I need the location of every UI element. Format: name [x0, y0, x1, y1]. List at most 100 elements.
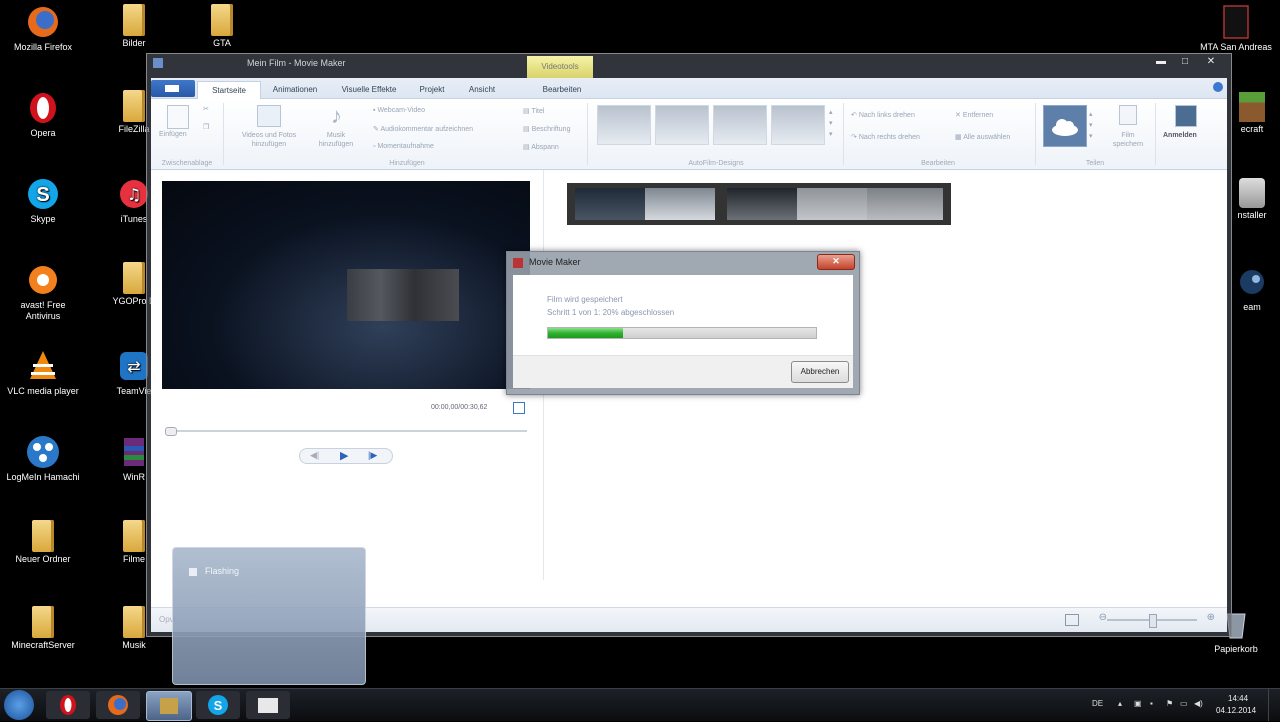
- folder-icon: [32, 606, 54, 638]
- gallery-scroll-icon[interactable]: ▴ ▾ ▾: [829, 107, 833, 140]
- language-indicator[interactable]: DE: [1092, 699, 1103, 708]
- taskbar-explorer[interactable]: [246, 691, 290, 719]
- desktop-icon-opera[interactable]: Opera: [3, 90, 83, 139]
- save-movie-icon: [1119, 105, 1137, 125]
- monitor-tray-icon[interactable]: ▭: [1180, 699, 1190, 709]
- taskbar-movie-maker[interactable]: [146, 691, 192, 721]
- previous-frame-button[interactable]: ◀|: [310, 450, 319, 461]
- dialog-status-line: Film wird gespeichert: [547, 295, 623, 304]
- taskbar-opera[interactable]: [46, 691, 90, 719]
- ribbon-separator: [587, 103, 588, 165]
- seek-handle[interactable]: [165, 427, 177, 436]
- minimize-button[interactable]: ▬: [1149, 54, 1173, 70]
- seek-bar[interactable]: [165, 427, 527, 436]
- svg-text:S: S: [36, 184, 49, 206]
- cancel-button[interactable]: Abbrechen: [791, 361, 849, 383]
- narration-button[interactable]: ✎ Audiokommentar aufzeichnen: [373, 125, 473, 133]
- desktop-icon-skype[interactable]: S Skype: [3, 176, 83, 225]
- cut-icon[interactable]: ✂: [203, 105, 209, 113]
- group-caption-clipboard: Zwischenablage: [161, 160, 213, 167]
- play-button[interactable]: ▶: [340, 449, 348, 462]
- desktop-icon-hamachi[interactable]: LogMeIn Hamachi: [3, 434, 83, 483]
- show-hidden-icons[interactable]: ▴: [1118, 699, 1128, 709]
- security-tray-icon[interactable]: ▪: [1150, 699, 1160, 709]
- tab-ansicht[interactable]: Ansicht: [457, 81, 507, 98]
- select-all-label: Alle auswählen: [963, 134, 1011, 141]
- storyboard-clip[interactable]: [567, 183, 951, 225]
- thumbnail-size-icon[interactable]: [1065, 614, 1079, 626]
- automovie-theme-1[interactable]: [597, 105, 651, 145]
- desktop-icon-label: FileZilla: [118, 124, 150, 134]
- add-videos-button[interactable]: Videos und Fotos hinzufügen: [231, 131, 307, 149]
- credits-button[interactable]: ▤ Abspann: [523, 143, 559, 151]
- desktop-icon-vlc[interactable]: VLC media player: [3, 348, 83, 397]
- remove-button[interactable]: ✕ Entfernen: [955, 111, 993, 119]
- paste-button[interactable]: Einfügen: [159, 131, 187, 138]
- desktop-icon-firefox[interactable]: Mozilla Firefox: [3, 4, 83, 53]
- dialog-body: Film wird gespeichert Schritt 1 von 1: 2…: [513, 275, 853, 388]
- share-scroll-icon[interactable]: ▴ ▾ ▾: [1089, 109, 1093, 142]
- onedrive-button[interactable]: [1043, 105, 1087, 147]
- next-frame-button[interactable]: |▶: [368, 450, 377, 461]
- add-music-button[interactable]: Musik hinzufügen: [309, 131, 363, 149]
- copy-icon[interactable]: ❐: [203, 123, 209, 131]
- clock-date[interactable]: 04.12.2014: [1216, 706, 1256, 715]
- video-preview[interactable]: [162, 181, 530, 389]
- desktop-icon-folder[interactable]: MinecraftServer: [3, 606, 83, 651]
- window-titlebar[interactable]: Mein Film - Movie Maker Videotools ▬ □ ✕: [147, 54, 1231, 78]
- ribbon: Einfügen ✂ ❐ Zwischenablage Videos und F…: [151, 99, 1227, 170]
- tab-projekt[interactable]: Projekt: [409, 81, 455, 98]
- mta-icon: [1218, 4, 1254, 40]
- automovie-theme-4[interactable]: [771, 105, 825, 145]
- desktop-icon-label: GTA: [213, 38, 231, 48]
- fullscreen-icon[interactable]: [513, 402, 525, 414]
- rotate-left-button[interactable]: ↶ Nach links drehen: [851, 111, 915, 119]
- close-button[interactable]: ✕: [1197, 54, 1225, 70]
- zoom-out-icon[interactable]: ⊖: [1099, 612, 1107, 623]
- taskbar-skype[interactable]: S: [196, 691, 240, 719]
- desktop-icon-folder[interactable]: Neuer Ordner: [3, 520, 83, 565]
- dialog-close-button[interactable]: ✕: [817, 254, 855, 270]
- network-tray-icon[interactable]: ▣: [1134, 699, 1144, 709]
- help-icon[interactable]: [1213, 82, 1223, 92]
- tab-bearbeiten[interactable]: Bearbeiten: [529, 81, 595, 98]
- show-desktop-button[interactable]: [1268, 689, 1280, 721]
- snapshot-button[interactable]: ▫ Momentaufnahme: [373, 143, 434, 150]
- taskbar-firefox[interactable]: [96, 691, 140, 719]
- start-button[interactable]: [4, 690, 34, 720]
- tab-startseite[interactable]: Startseite: [197, 81, 261, 99]
- title-button[interactable]: ▤ Titel: [523, 107, 544, 115]
- automovie-theme-2[interactable]: [655, 105, 709, 145]
- tab-animationen[interactable]: Animationen: [261, 81, 329, 98]
- maximize-button[interactable]: □: [1173, 54, 1197, 70]
- file-menu-button[interactable]: [151, 80, 195, 97]
- rotate-right-button[interactable]: ↷ Nach rechts drehen: [851, 133, 920, 141]
- select-all-button[interactable]: ▦ Alle auswählen: [955, 133, 1010, 141]
- desktop-icon-label: Skype: [30, 214, 56, 224]
- volume-icon[interactable]: ◀): [1194, 699, 1204, 709]
- group-caption-automovie: AutoFilm-Designs: [688, 160, 744, 167]
- zoom-in-icon[interactable]: ⊕: [1207, 612, 1215, 623]
- desktop-icon-mta[interactable]: MTA San Andreas: [1196, 4, 1276, 53]
- caption-button[interactable]: ▤ Beschriftung: [523, 125, 570, 133]
- zoom-slider-handle[interactable]: [1149, 614, 1157, 628]
- skype-icon: S: [25, 176, 61, 212]
- flashing-window-icon: [189, 568, 197, 576]
- steam-icon: [1234, 264, 1270, 300]
- desktop-icon-folder[interactable]: GTA: [182, 4, 262, 49]
- clip-frame: [727, 188, 797, 220]
- action-center-icon[interactable]: ⚑: [1166, 699, 1176, 709]
- taskbar-thumbnail-preview[interactable]: Flashing: [172, 547, 366, 685]
- save-movie-button[interactable]: Film speichern: [1111, 131, 1145, 149]
- tab-visuelle-effekte[interactable]: Visuelle Effekte: [331, 81, 407, 98]
- zoom-slider[interactable]: [1107, 614, 1197, 628]
- minecraft-icon: [1239, 92, 1265, 122]
- webcam-video-button[interactable]: ▪ Webcam-Video: [373, 107, 425, 114]
- signin-button[interactable]: Anmelden: [1163, 132, 1197, 139]
- vlc-icon: [25, 348, 61, 384]
- popup-title: Flashing: [205, 566, 240, 576]
- desktop-icon-folder[interactable]: Bilder: [94, 4, 174, 49]
- automovie-theme-3[interactable]: [713, 105, 767, 145]
- desktop-icon-avast[interactable]: avast! Free Antivirus: [3, 262, 83, 322]
- clock-time[interactable]: 14:44: [1228, 694, 1248, 703]
